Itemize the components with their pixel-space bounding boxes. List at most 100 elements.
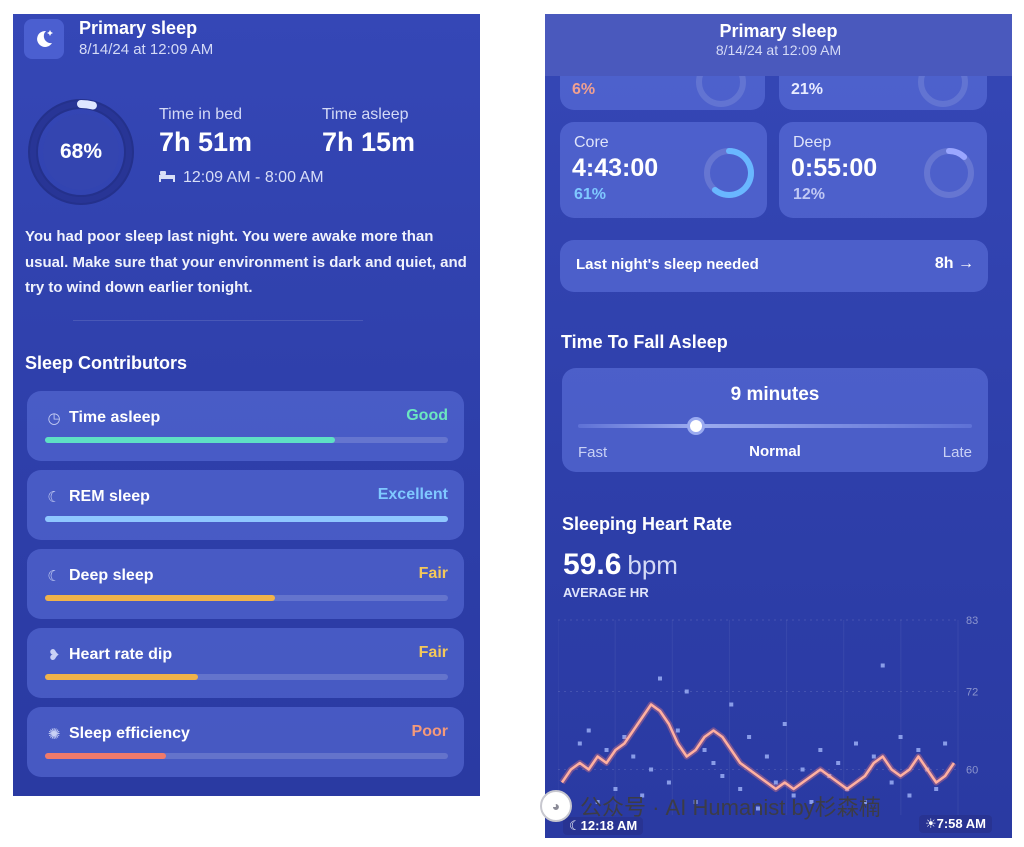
moon-icon: ☾	[47, 489, 61, 506]
stage-card-deep[interactable]: Deep 0:55:00 12%	[779, 122, 987, 218]
chart-y-tick-label: 72	[966, 687, 978, 699]
contributor-rating: Fair	[418, 644, 448, 661]
stage-card-core[interactable]: Core 4:43:00 61%	[560, 122, 767, 218]
fall-asleep-track	[578, 424, 972, 428]
contributor-fill	[45, 595, 275, 601]
contributor-track	[45, 437, 448, 443]
watermark: ◕ 公众号 · AI Humanist by杉森楠	[540, 790, 881, 822]
contributor-rating: Excellent	[377, 486, 448, 503]
stage-name: Deep	[793, 134, 832, 151]
contributor-fill	[45, 437, 336, 443]
bed-icon	[159, 169, 175, 187]
fall-asleep-marker	[687, 417, 706, 435]
time-asleep-label: Time asleep	[322, 106, 409, 123]
sleep-score-ring: 68%	[23, 94, 139, 210]
sleep-summary: You had poor sleep last night. You were …	[25, 228, 467, 296]
stage-time: 0:55:00	[791, 154, 878, 182]
chart-point	[747, 735, 752, 739]
chart-point	[604, 748, 609, 752]
chart-point	[782, 722, 787, 726]
heart-rate-title: Sleeping Heart Rate	[562, 514, 733, 534]
contributor-track	[45, 516, 448, 522]
contributor-card[interactable]: ☾ Deep sleep Fair	[27, 549, 464, 619]
sleep-needed-row[interactable]: Last night's sleep needed 8h →	[560, 240, 988, 292]
contributor-card[interactable]: ☾ REM sleep Excellent	[27, 470, 464, 540]
chart-point	[666, 780, 671, 785]
core-arc	[711, 148, 754, 198]
time-in-bed-label: Time in bed	[159, 106, 242, 123]
sleep-score-value: 68%	[59, 140, 103, 163]
chart-point	[934, 787, 939, 791]
contributor-rating: Good	[406, 407, 448, 424]
chart-point	[658, 676, 662, 681]
contributor-label: REM sleep	[69, 488, 150, 505]
page-date: 8/14/24 at 12:09 AM	[715, 42, 842, 58]
chart-point	[586, 728, 591, 733]
stage-pct: 12%	[793, 186, 826, 203]
heart-rate-sub: AVERAGE HR	[563, 585, 649, 600]
chart-point	[711, 761, 716, 765]
moon-stars-icon	[24, 19, 64, 59]
chart-point	[880, 663, 885, 668]
contributor-track	[45, 595, 448, 601]
heart-rate-icon: ❥	[47, 647, 61, 664]
contributor-label: Sleep efficiency	[69, 725, 190, 742]
sleep-needed-value: 8h →	[934, 255, 974, 272]
fall-asleep-card: 9 minutes Fast Normal Late	[562, 368, 988, 472]
stage-name: Core	[574, 134, 609, 151]
chart-point	[702, 748, 707, 752]
wechat-logo-icon: ◕	[540, 790, 572, 822]
chart-point	[943, 741, 948, 746]
bed-window: 12:09 AM - 8:00 AM	[159, 169, 324, 187]
contributor-rating: Fair	[418, 565, 448, 582]
contributor-fill	[45, 753, 166, 759]
contributors-title: Sleep Contributors	[25, 353, 188, 373]
chart-point	[577, 741, 582, 746]
chart-point	[764, 754, 769, 759]
sleep-needed-label: Last night's sleep needed	[576, 256, 759, 273]
contributor-card[interactable]: ◷ Time asleep Good	[27, 391, 464, 461]
right-sleep-screen: Primary sleep 8/14/24 at 12:09 AM 6% 21%…	[545, 14, 1012, 838]
chart-point	[773, 780, 778, 785]
chart-end-time: ☀7:58 AM	[918, 815, 992, 833]
chart-point	[818, 748, 823, 752]
fall-asleep-title: Time To Fall Asleep	[561, 332, 728, 352]
chart-y-tick-label: 60	[966, 765, 978, 777]
contributor-label: Heart rate dip	[69, 646, 173, 663]
contributor-label: Deep sleep	[69, 567, 154, 584]
fall-late-label: Late	[942, 444, 972, 461]
time-asleep-value: 7h 15m	[322, 127, 416, 157]
contributor-fill	[45, 674, 199, 680]
time-in-bed-value: 7h 51m	[159, 127, 253, 157]
moon-icon: ☾	[47, 568, 61, 585]
chart-point	[684, 689, 689, 694]
sticky-header: Primary sleep 8/14/24 at 12:09 AM	[545, 14, 1012, 76]
page-date: 8/14/24 at 12:09 AM	[79, 41, 214, 58]
core-ring	[704, 148, 754, 198]
chart-point	[720, 774, 725, 778]
contributor-track	[45, 674, 448, 680]
chart-point	[889, 780, 894, 785]
bed-window-text: 12:09 AM - 8:00 AM	[183, 169, 324, 186]
heart-rate-value: 59.6 bpm	[563, 548, 678, 582]
contributor-card[interactable]: ✺ Sleep efficiency Poor	[27, 707, 464, 777]
deep-arc	[946, 148, 968, 160]
chart-point	[907, 793, 912, 798]
chart-series-line	[560, 703, 956, 791]
chart-point	[631, 754, 636, 759]
contributor-track	[45, 753, 448, 759]
watermark-text: 公众号 · AI Humanist by杉森楠	[580, 795, 881, 820]
stage-partial-pct: 21%	[791, 81, 824, 98]
heart-rate-unit: bpm	[627, 550, 678, 580]
contributor-card[interactable]: ❥ Heart rate dip Fair	[27, 628, 464, 698]
chart-y-tick-label: 83	[966, 615, 978, 627]
chart-point	[800, 767, 805, 772]
contributor-fill	[45, 516, 448, 522]
stage-partial-pct: 6%	[572, 81, 596, 98]
chart-point	[898, 735, 903, 739]
chart-point	[916, 748, 921, 752]
page-title: Primary sleep	[79, 18, 198, 38]
chart-point	[836, 761, 841, 765]
fall-normal-label: Normal	[749, 443, 801, 460]
efficiency-icon: ✺	[47, 726, 61, 743]
